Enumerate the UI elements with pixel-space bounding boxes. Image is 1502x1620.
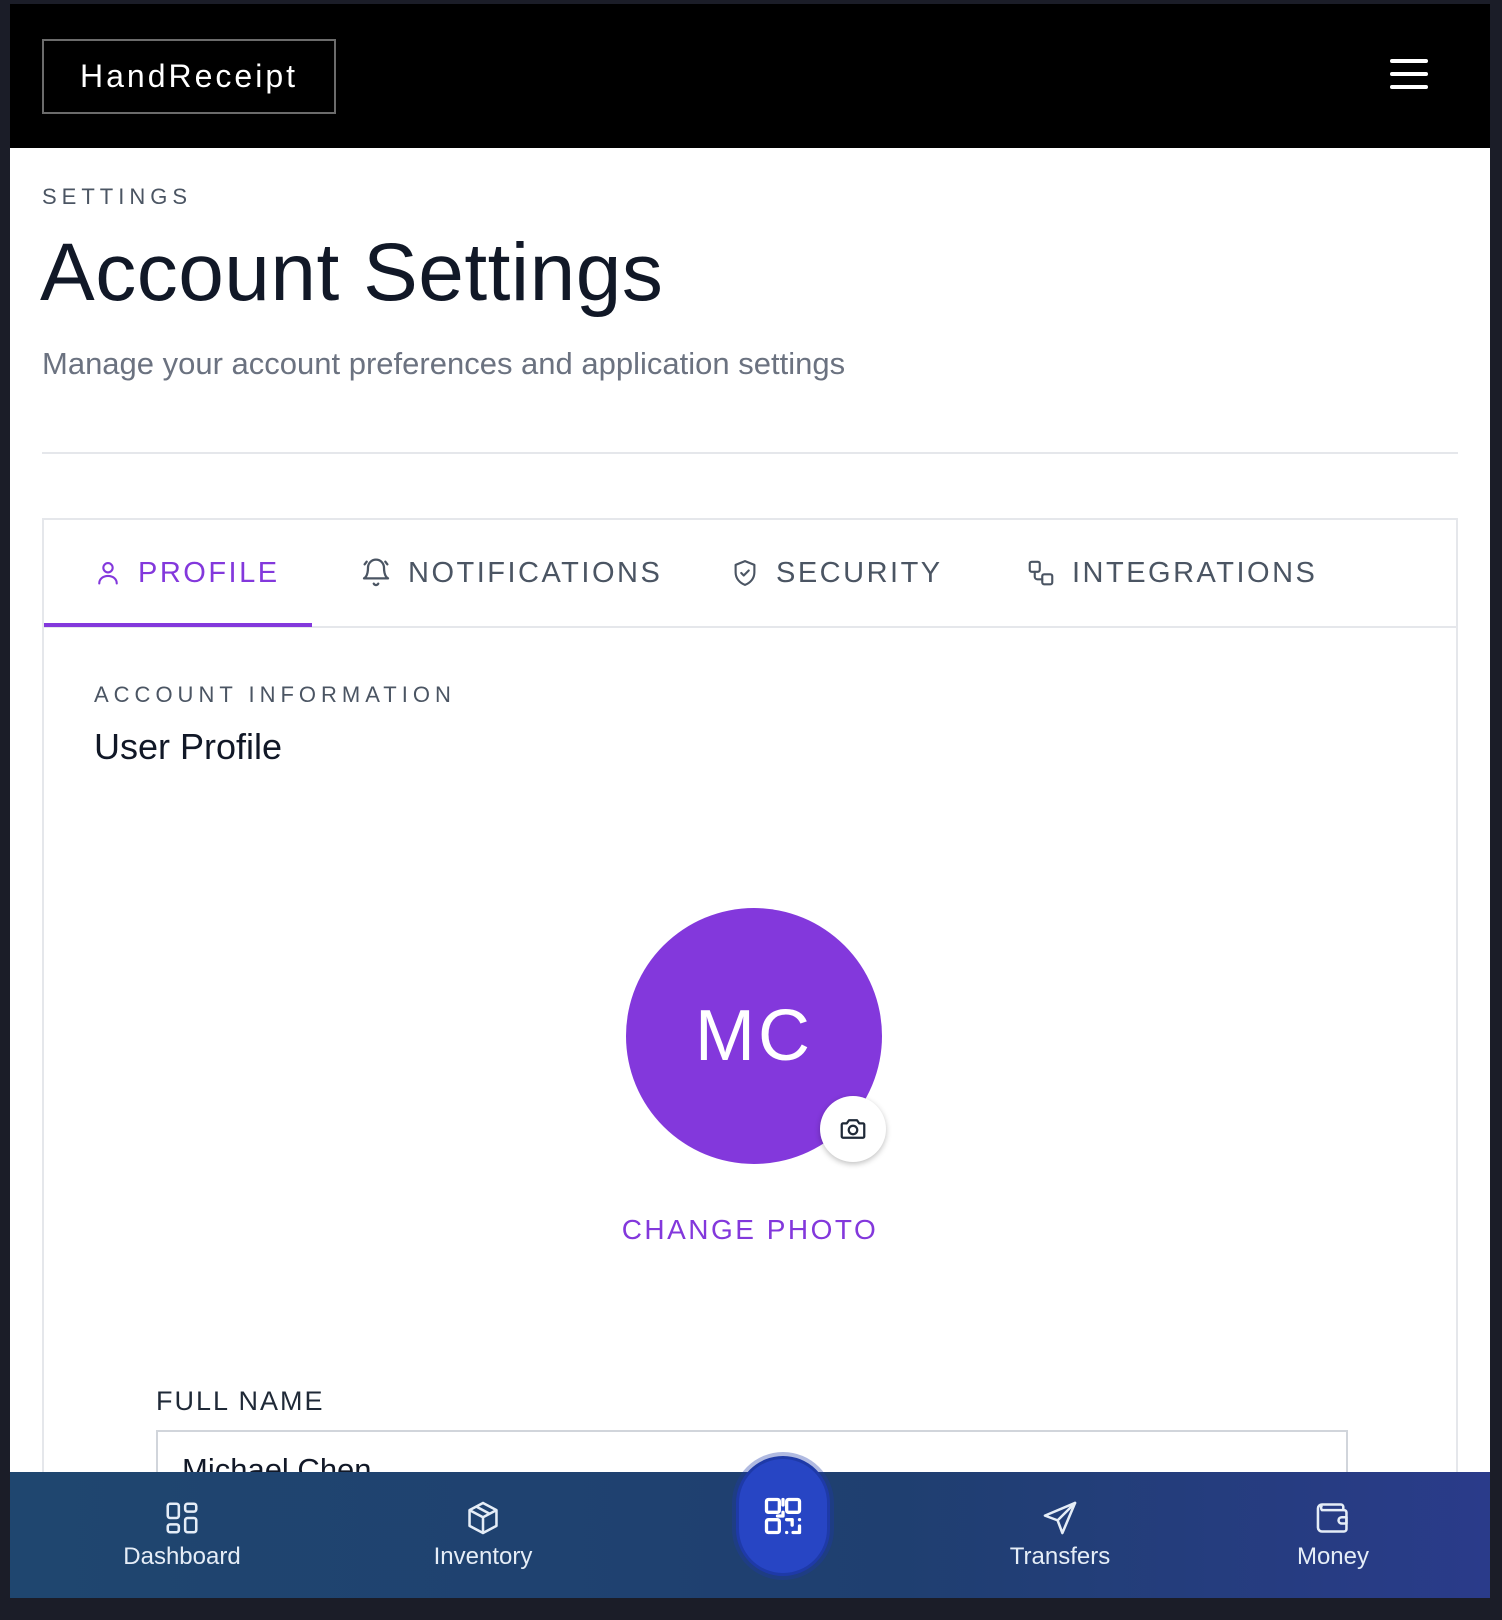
scan-qr-button[interactable] (736, 1456, 830, 1576)
nav-label: Inventory (433, 1543, 533, 1570)
tab-label: INTEGRATIONS (1072, 556, 1318, 589)
tab-label: SECURITY (776, 556, 943, 589)
tab-label: PROFILE (138, 556, 280, 589)
page-eyebrow: SETTINGS (42, 184, 193, 209)
box-icon (468, 1501, 498, 1535)
dashboard-icon (166, 1502, 198, 1534)
tab-label: NOTIFICATIONS (408, 556, 663, 589)
nav-transfers[interactable]: Transfers (990, 1472, 1130, 1598)
camera-button[interactable] (820, 1096, 886, 1162)
integrations-icon (1028, 560, 1054, 586)
section-eyebrow: ACCOUNT INFORMATION (94, 682, 456, 707)
settings-tabs: PROFILE NOTIFICATIONS SECURITY INTEGRATI… (44, 520, 1456, 628)
app-logo[interactable]: HandReceipt (42, 39, 336, 114)
tab-notifications[interactable]: NOTIFICATIONS (360, 520, 662, 626)
nav-label: Transfers (1009, 1543, 1111, 1570)
nav-label: Money (1296, 1543, 1370, 1570)
send-icon (1043, 1501, 1077, 1535)
qr-code-icon (764, 1497, 802, 1535)
hamburger-menu-icon[interactable] (1390, 59, 1430, 93)
section-title: User Profile (94, 726, 283, 767)
nav-inventory[interactable]: Inventory (416, 1472, 550, 1598)
bell-icon (362, 558, 390, 587)
app-window: HandReceipt SETTINGS Account Settings Ma… (10, 4, 1490, 1598)
user-icon (98, 562, 118, 585)
nav-dashboard[interactable]: Dashboard (110, 1472, 254, 1598)
header-divider (42, 452, 1458, 454)
tab-integrations[interactable]: INTEGRATIONS (1026, 520, 1317, 626)
page-title: Account Settings (40, 227, 664, 318)
avatar-initials: MC (695, 996, 813, 1076)
top-bar: HandReceipt (10, 4, 1490, 148)
active-tab-indicator (44, 623, 312, 627)
tab-security[interactable]: SECURITY (730, 520, 943, 626)
wallet-icon (1316, 1503, 1348, 1533)
page-subtitle: Manage your account preferences and appl… (42, 346, 846, 381)
settings-card: PROFILE NOTIFICATIONS SECURITY INTEGRATI… (42, 518, 1458, 1598)
change-photo-button[interactable]: CHANGE PHOTO (44, 1214, 1456, 1246)
nav-label: Dashboard (123, 1543, 241, 1570)
camera-icon (840, 1119, 866, 1139)
nav-money[interactable]: Money (1278, 1472, 1388, 1598)
tab-profile[interactable]: PROFILE (94, 520, 280, 626)
full-name-label: FULL NAME (156, 1386, 325, 1416)
shield-icon (734, 560, 756, 586)
